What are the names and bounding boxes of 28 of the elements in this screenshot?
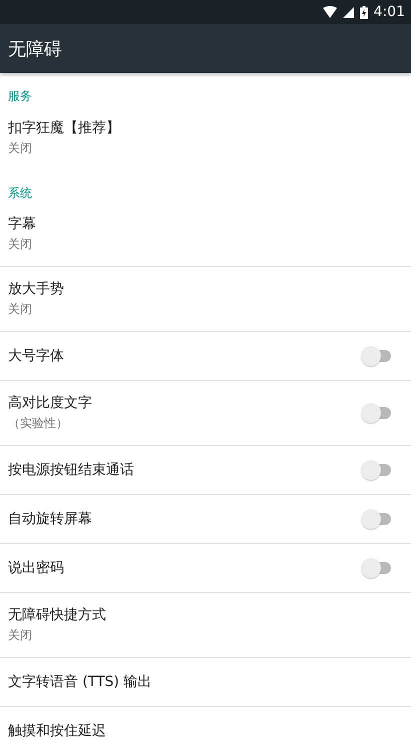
- setting-title[interactable]: 扣字狂魔【推荐】: [8, 118, 120, 136]
- setting-title[interactable]: 放大手势: [8, 280, 64, 298]
- setting-title[interactable]: 触摸和按住延迟: [8, 722, 106, 740]
- toggle-switch[interactable]: [361, 509, 391, 529]
- setting-title[interactable]: 高对比度文字: [8, 394, 92, 412]
- setting-title[interactable]: 文字转语音 (TTS) 输出: [8, 673, 152, 691]
- setting-title[interactable]: 自动旋转屏幕: [8, 510, 92, 528]
- setting-summary: 关闭: [8, 301, 32, 318]
- toggle-switch[interactable]: [361, 403, 391, 423]
- toggle-switch[interactable]: [361, 460, 391, 480]
- clock-time: 4:01: [374, 4, 405, 20]
- setting-summary: （实验性）: [8, 415, 68, 432]
- toggle-switch[interactable]: [361, 558, 391, 578]
- setting-title[interactable]: 大号字体: [8, 347, 64, 365]
- setting-summary: 关闭: [8, 236, 32, 253]
- battery-icon: [360, 6, 368, 18]
- setting-summary: 关闭: [8, 140, 32, 156]
- setting-title[interactable]: 无障碍快捷方式: [8, 606, 106, 624]
- setting-title[interactable]: 字幕: [8, 215, 36, 233]
- screen-title: 无障碍: [8, 38, 62, 60]
- setting-title[interactable]: 说出密码: [8, 559, 64, 577]
- toggle-switch[interactable]: [361, 346, 391, 366]
- section-header: 系统: [8, 185, 32, 202]
- setting-title[interactable]: 按电源按钮结束通话: [8, 461, 134, 479]
- section-header: 服务: [8, 88, 32, 105]
- setting-summary: 关闭: [8, 627, 32, 644]
- signal-icon: [342, 6, 354, 18]
- wifi-icon: [322, 6, 337, 18]
